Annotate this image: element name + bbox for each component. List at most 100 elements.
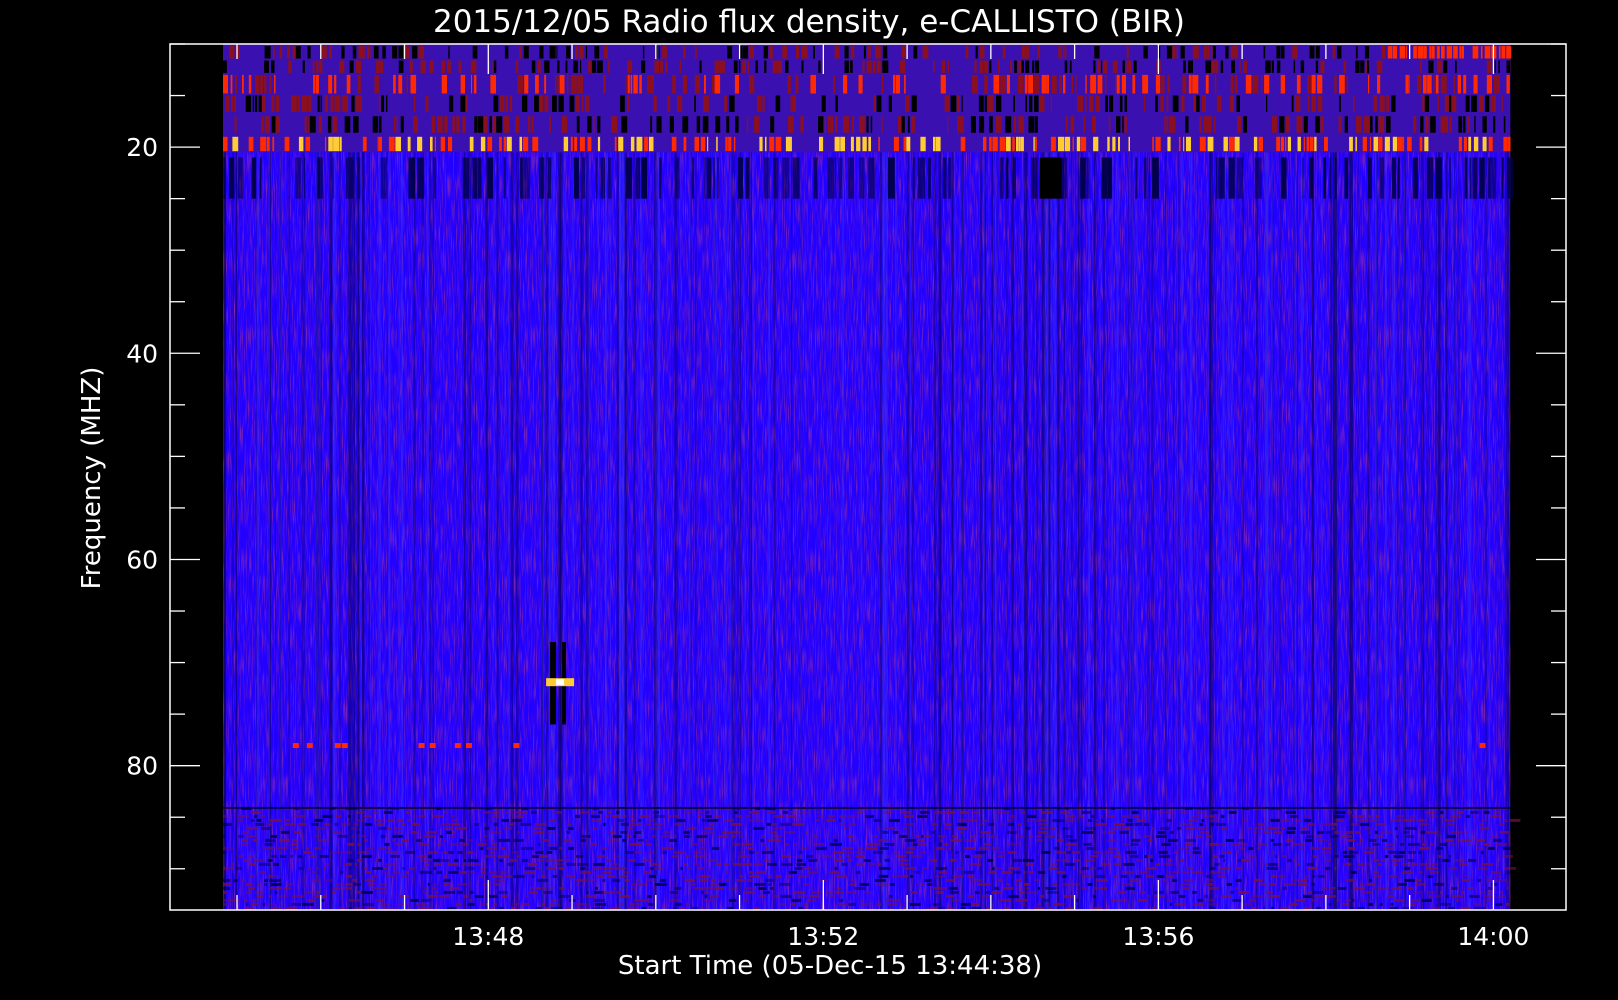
noise-cell [952, 874, 963, 878]
striation [305, 152, 307, 911]
noise-cell [1035, 818, 1048, 822]
noise-cell [417, 854, 427, 858]
striation [580, 152, 583, 911]
noise-cell [1453, 830, 1463, 834]
rfi-cell [472, 46, 478, 59]
noise-cell [1192, 902, 1204, 906]
noise-cell [341, 822, 350, 826]
rfi-cell [417, 136, 423, 152]
dark-cell [948, 157, 951, 199]
noise-cell [809, 894, 819, 898]
noise-cell [1354, 886, 1365, 890]
noise-cell [432, 886, 439, 890]
rfi-cell [1172, 46, 1176, 59]
rfi-cell [407, 136, 411, 152]
rfi-cell [1294, 95, 1301, 112]
noise-cell [1368, 902, 1374, 906]
rfi-cell [1463, 74, 1467, 94]
noise-cell [1028, 870, 1034, 874]
noise-cell [1052, 818, 1065, 822]
noise-cell [1082, 874, 1094, 878]
rfi-cell [441, 60, 446, 73]
noise-cell [351, 826, 357, 830]
rfi-cell [876, 95, 882, 112]
noise-cell [1038, 830, 1048, 834]
noise-cell [1147, 894, 1151, 898]
noise-cell [1093, 894, 1096, 898]
noise-cell [1493, 838, 1502, 842]
noise-cell [269, 894, 273, 898]
dark-cell [691, 157, 695, 199]
noise-cell [1465, 830, 1469, 834]
rfi-cell [1122, 60, 1125, 73]
noise-cell [535, 822, 547, 826]
noise-cell [357, 890, 361, 894]
noise-cell [238, 814, 249, 818]
noise-cell [1089, 866, 1097, 870]
rfi-cell [1105, 95, 1108, 112]
rfi-cell [1461, 46, 1464, 59]
rfi-cell [660, 60, 663, 73]
noise-cell [935, 866, 948, 870]
noise-cell [814, 866, 819, 870]
rfi-cell [574, 136, 578, 152]
rfi-cell [1065, 116, 1068, 133]
noise-cell [531, 810, 537, 814]
noise-cell [1328, 902, 1331, 906]
rfi-cell [295, 46, 301, 59]
rfi-cell [228, 46, 235, 59]
noise-cell [1342, 850, 1348, 854]
noise-cell [1204, 894, 1208, 898]
spectrogram-heatmap [223, 44, 1521, 911]
noise-cell [1065, 818, 1077, 822]
rfi-cell [409, 60, 413, 73]
rfi-cell [856, 136, 861, 152]
noise-cell [1236, 878, 1242, 882]
dark-cell [1379, 157, 1385, 199]
noise-cell [223, 886, 230, 890]
rfi-cell [275, 116, 280, 133]
dark-cell [717, 157, 719, 199]
rfi-cell [1473, 136, 1479, 152]
noise-cell [794, 866, 803, 870]
rfi-cell [478, 116, 484, 133]
noise-cell [493, 822, 497, 826]
noise-cell [1351, 822, 1359, 826]
noise-cell [223, 890, 228, 894]
noise-cell [1095, 818, 1099, 822]
rfi-cell [561, 116, 568, 133]
rfi-cell [1315, 46, 1320, 59]
noise-cell [1488, 878, 1491, 882]
dark-cell [582, 157, 586, 199]
noise-cell [492, 842, 498, 846]
noise-cell [968, 894, 974, 898]
rfi-cell [1169, 116, 1176, 133]
striation [961, 152, 964, 911]
rfi-cell [682, 74, 688, 94]
rfi-cell [341, 46, 345, 59]
dark-cell [1064, 157, 1067, 199]
noise-cell [861, 898, 864, 902]
noise-cell [312, 870, 317, 874]
noise-cell [620, 886, 623, 890]
striation [994, 152, 996, 911]
rfi-cell [274, 74, 276, 94]
noise-cell [1136, 882, 1141, 886]
rfi-cell [1116, 74, 1120, 94]
noise-cell [1347, 838, 1356, 842]
chart-title: 2015/12/05 Radio flux density, e-CALLIST… [433, 4, 1185, 40]
noise-cell [1505, 886, 1509, 890]
rfi-cell [430, 136, 433, 152]
rfi-cell [627, 74, 630, 94]
noise-cell [396, 818, 404, 822]
noise-cell [410, 898, 419, 902]
noise-cell [271, 882, 282, 886]
noise-cell [1285, 838, 1293, 842]
noise-cell [448, 850, 454, 854]
noise-cell [1381, 838, 1388, 842]
rfi-cell [1300, 60, 1305, 73]
noise-cell [559, 886, 566, 890]
rfi-cell [537, 60, 541, 73]
noise-cell [1359, 882, 1364, 886]
striation [497, 152, 499, 911]
